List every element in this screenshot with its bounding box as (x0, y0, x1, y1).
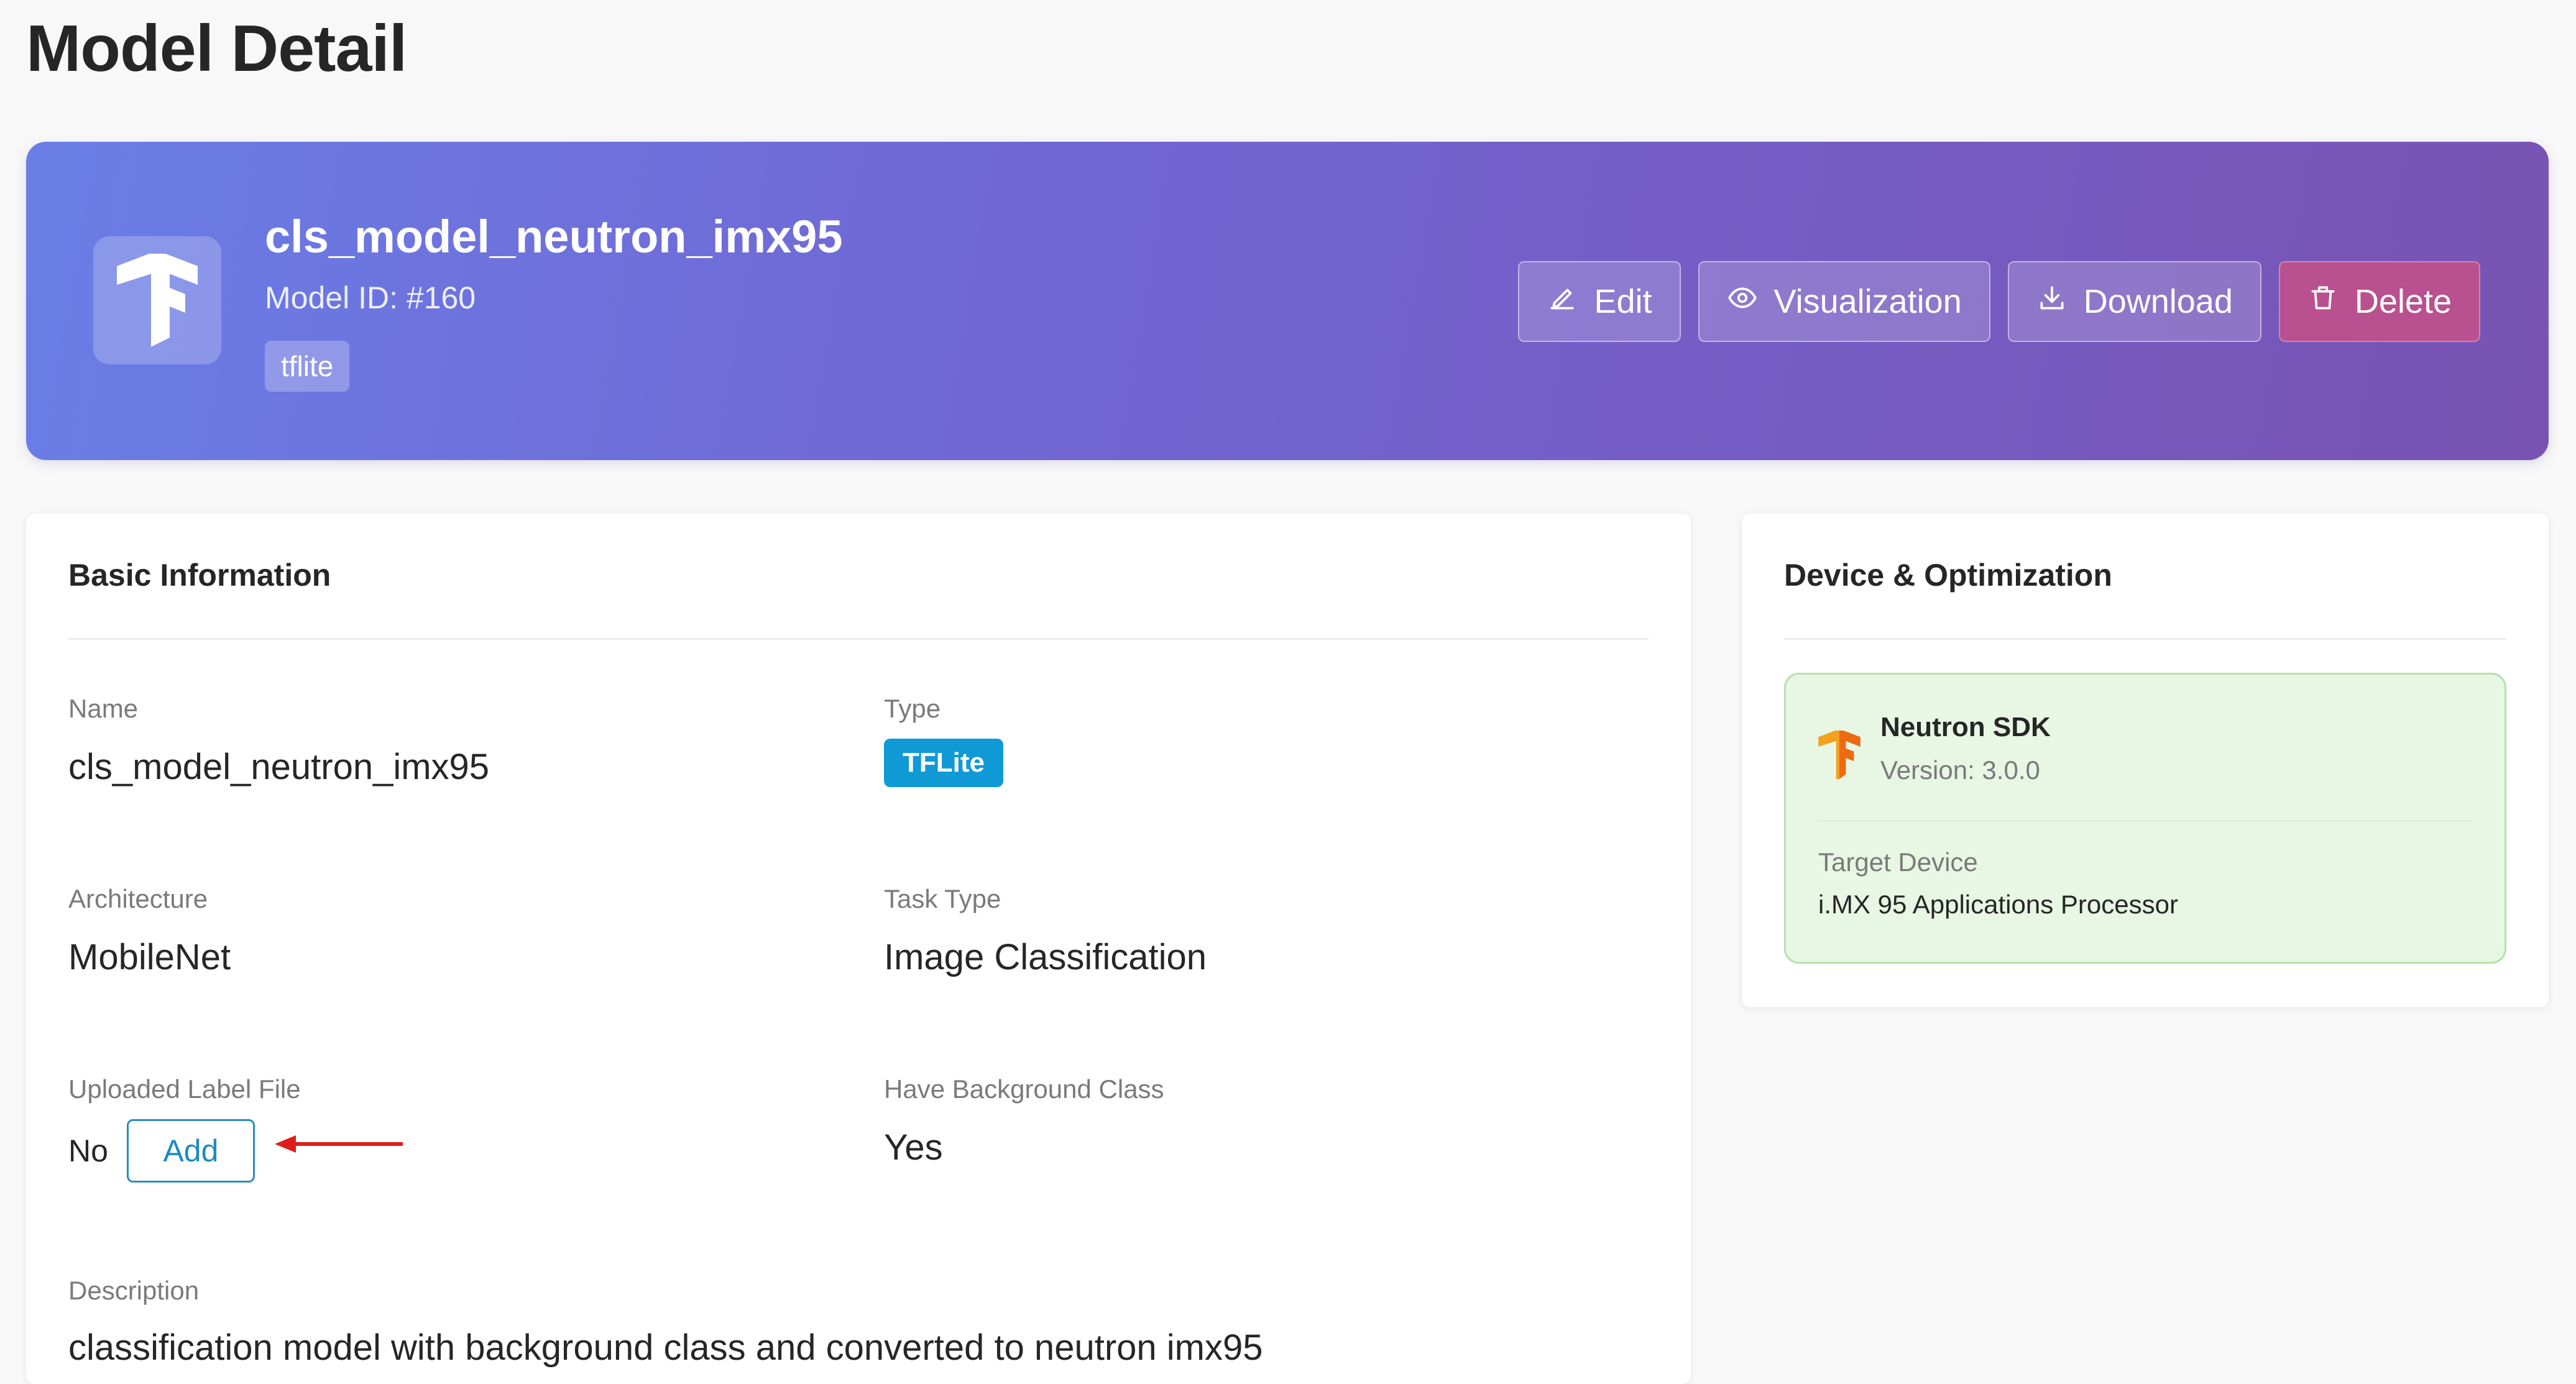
trash-icon (2307, 282, 2339, 321)
tensorflow-icon (1818, 729, 1861, 782)
background-class-label: Have Background Class (884, 1074, 1164, 1104)
model-actions: Edit Visualization Download Delete (1518, 261, 2480, 342)
background-class-field: Have Background Class Yes (884, 1074, 1164, 1168)
basic-information-card: Basic Information Name cls_model_neutron… (26, 514, 1691, 1384)
delete-button-label: Delete (2354, 283, 2452, 320)
type-label: Type (884, 694, 941, 723)
download-icon (2036, 282, 2068, 321)
task-type-field: Task Type Image Classification (884, 884, 1207, 978)
sdk-info-box: Neutron SDK Version: 3.0.0 Target Device… (1784, 673, 2506, 964)
edit-button[interactable]: Edit (1518, 261, 1681, 342)
name-value: cls_model_neutron_imx95 (68, 747, 490, 787)
edit-button-label: Edit (1594, 283, 1652, 320)
type-field: Type TFLite (884, 694, 1003, 787)
format-tag: tflite (265, 341, 350, 392)
model-id: Model ID: #160 (265, 280, 476, 315)
task-type-value: Image Classification (884, 937, 1207, 977)
task-type-label: Task Type (884, 884, 1001, 913)
name-label: Name (68, 694, 139, 723)
visualization-button-label: Visualization (1773, 283, 1962, 320)
tensorflow-icon (93, 236, 221, 364)
label-file-label: Uploaded Label File (68, 1074, 301, 1104)
delete-button[interactable]: Delete (2278, 261, 2480, 342)
add-label-file-button[interactable]: Add (126, 1119, 255, 1183)
architecture-label: Architecture (68, 884, 208, 913)
sdk-name: Neutron SDK (1880, 712, 2051, 742)
download-button[interactable]: Download (2007, 261, 2261, 342)
description-field: Description classification model with ba… (68, 1276, 1263, 1368)
label-file-row: No Add (68, 1119, 301, 1183)
type-badge: TFLite (884, 739, 1003, 787)
visualization-button[interactable]: Visualization (1698, 261, 1990, 342)
basic-information-title: Basic Information (68, 558, 331, 593)
pencil-icon (1547, 282, 1578, 321)
label-file-field: Uploaded Label File No Add (68, 1074, 301, 1183)
device-optimization-title: Device & Optimization (1784, 558, 2112, 593)
basic-information-divider (68, 638, 1649, 640)
device-optimization-divider (1784, 638, 2506, 640)
architecture-field: Architecture MobileNet (68, 884, 231, 978)
label-file-value: No (68, 1133, 108, 1168)
download-button-label: Download (2083, 283, 2233, 320)
target-device-value: i.MX 95 Applications Processor (1818, 890, 2178, 919)
sdk-divider (1818, 820, 2472, 821)
annotation-arrow-icon (275, 1135, 403, 1153)
target-device-label: Target Device (1818, 847, 1978, 877)
architecture-value: MobileNet (68, 937, 231, 977)
background-class-value: Yes (884, 1127, 943, 1168)
eye-icon (1727, 282, 1758, 321)
device-optimization-card: Device & Optimization Neutron SDK Versio… (1742, 514, 2549, 1007)
sdk-version: Version: 3.0.0 (1880, 755, 2040, 785)
description-value: classification model with background cla… (68, 1327, 1263, 1368)
model-header-banner: cls_model_neutron_imx95 Model ID: #160 t… (26, 142, 2549, 460)
model-name-heading: cls_model_neutron_imx95 (265, 211, 843, 262)
name-field: Name cls_model_neutron_imx95 (68, 694, 489, 788)
description-label: Description (68, 1276, 200, 1305)
page-title: Model Detail (26, 12, 407, 85)
